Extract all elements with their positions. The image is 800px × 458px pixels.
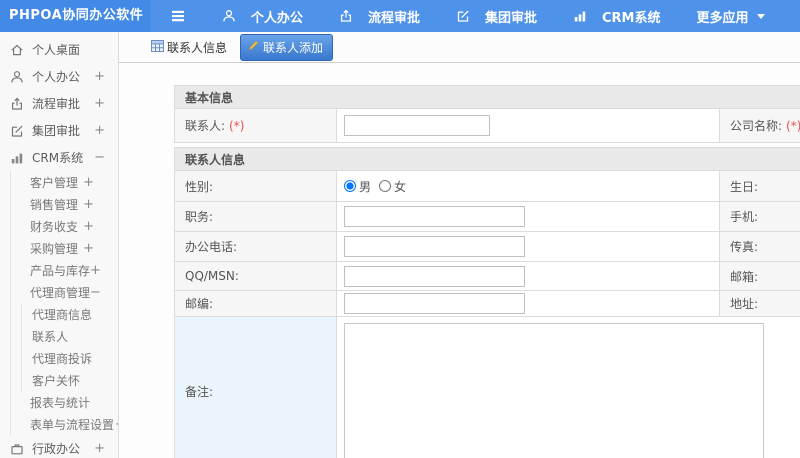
topnav-more-apps[interactable]: 更多应用 [696, 7, 766, 26]
topnav-label: 集团审批 [484, 10, 537, 26]
tab-contact-add[interactable]: 联系人添加 [240, 33, 334, 61]
sidebar-item-finance[interactable]: 财务收支 + [11, 215, 118, 237]
edit-icon [456, 9, 470, 23]
bar-chart-icon [573, 9, 587, 23]
gender-male-label: 男 [359, 179, 372, 194]
pencil-icon [248, 40, 259, 54]
topnav-group-approval[interactable]: 集团审批 [456, 7, 537, 26]
sidebar-item-customer-care[interactable]: 客户关怀 [22, 369, 118, 391]
gender-label: 性别: [174, 170, 337, 202]
mobile-label: 手机: [719, 201, 800, 232]
tab-label: 联系人添加 [263, 40, 324, 55]
top-navigation: 个人办公 流程审批 集团审批 CRM系统 更多应用 [186, 7, 766, 26]
contact-add-form: 基本信息 联系人: (*) 公司名称: (*) 联系人信息 性别: 男 女 生日… [174, 85, 800, 458]
section-title-contact-info: 联系人信息 [174, 147, 800, 171]
table-icon [151, 39, 164, 55]
remark-textarea[interactable] [344, 323, 764, 458]
user-icon [222, 9, 236, 23]
sidebar-item-agent-management[interactable]: 代理商管理 − [11, 281, 118, 303]
topnav-label: 更多应用 [696, 10, 749, 26]
topnav-label: 个人办公 [250, 10, 303, 26]
topnav-crm-system[interactable]: CRM系统 [573, 7, 661, 26]
edit-icon [10, 124, 24, 138]
sidebar-item-agent-complaints[interactable]: 代理商投诉 [22, 347, 118, 369]
topnav-label: CRM系统 [601, 10, 661, 26]
upload-icon [10, 97, 24, 111]
user-icon [10, 70, 24, 84]
sidebar-item-personal-desktop[interactable]: 个人桌面 [0, 36, 118, 63]
fax-label: 传真: [719, 231, 800, 262]
sidebar-item-group-approval[interactable]: 集团审批 + [0, 117, 118, 144]
sidebar-item-contacts[interactable]: 联系人 [22, 325, 118, 347]
topnav-label: 流程审批 [367, 10, 420, 26]
agent-submenu: 代理商信息 联系人 代理商投诉 客户关怀 [21, 303, 118, 391]
sidebar-item-form-workflow-settings[interactable]: 表单与流程设置 + [11, 413, 118, 435]
bar-chart-icon [10, 151, 24, 165]
sidebar-item-products-inventory[interactable]: 产品与库存 + [11, 259, 118, 281]
basic-info-section: 基本信息 联系人: (*) 公司名称: (*) [174, 85, 800, 143]
sidebar-item-sales-management[interactable]: 销售管理 + [11, 193, 118, 215]
job-title-input[interactable] [344, 206, 525, 227]
sidebar-item-customer-management[interactable]: 客户管理 + [11, 171, 118, 193]
tab-contact-info[interactable]: 联系人信息 [151, 39, 227, 56]
contact-name-label: 联系人: (*) [174, 108, 337, 143]
office-phone-input[interactable] [344, 236, 525, 257]
gender-female-radio[interactable] [379, 180, 392, 192]
tab-label: 联系人信息 [167, 40, 228, 55]
qq-msn-label: QQ/MSN: [174, 261, 337, 291]
upload-icon [339, 9, 353, 23]
sidebar-item-reports-statistics[interactable]: 报表与统计 [11, 391, 118, 413]
crm-submenu: 客户管理 + 销售管理 + 财务收支 + 采购管理 + 产品与库存 + 代理商管… [10, 171, 118, 435]
email-label: 邮箱: [719, 261, 800, 291]
gender-male-radio[interactable] [344, 180, 356, 192]
office-phone-label: 办公电话: [174, 231, 337, 262]
briefcase-icon [10, 442, 24, 456]
app-logo: PHPOA协同办公软件 [0, 0, 150, 32]
company-name-label: 公司名称: (*) [719, 108, 800, 143]
contact-name-input[interactable] [344, 115, 490, 136]
top-bar: PHPOA协同办公软件 ≡ 个人办公 流程审批 集团审批 CRM系统 更多应用 [0, 0, 800, 32]
sidebar: 个人桌面 个人办公 + 流程审批 + 集团审批 + CRM系统 − 客户管理 +… [0, 32, 119, 458]
gender-female-label: 女 [394, 179, 407, 194]
remark-label: 备注: [174, 316, 337, 458]
job-title-label: 职务: [174, 201, 337, 232]
zip-code-input[interactable] [344, 293, 525, 314]
contact-info-section: 联系人信息 性别: 男 女 生日: 职务: 手机: 办公电话: 传真: QQ/M… [174, 147, 800, 458]
address-label: 地址: [719, 290, 800, 317]
home-icon [10, 43, 24, 57]
sidebar-item-workflow-approval[interactable]: 流程审批 + [0, 90, 118, 117]
gender-radio-group: 男 女 [344, 178, 719, 195]
section-title-basic-info: 基本信息 [174, 85, 800, 109]
zip-code-label: 邮编: [174, 290, 337, 317]
birthday-label: 生日: [719, 170, 800, 202]
topnav-workflow-approval[interactable]: 流程审批 [339, 7, 420, 26]
required-mark: (*) [786, 119, 800, 133]
topnav-personal-office[interactable]: 个人办公 [222, 7, 303, 26]
sidebar-item-administration[interactable]: 行政办公 + [0, 435, 118, 458]
hamburger-menu-icon[interactable]: ≡ [170, 0, 186, 32]
tab-strip: 联系人信息 联系人添加 [119, 32, 800, 63]
content-area: 联系人信息 联系人添加 基本信息 联系人: (*) 公司名称: (*) 联系人信… [119, 32, 800, 458]
sidebar-item-crm-system[interactable]: CRM系统 − [0, 144, 118, 171]
caret-down-icon [757, 13, 766, 19]
required-mark: (*) [229, 119, 245, 133]
sidebar-item-personal-office[interactable]: 个人办公 + [0, 63, 118, 90]
qq-msn-input[interactable] [344, 265, 525, 287]
sidebar-item-purchasing[interactable]: 采购管理 + [11, 237, 118, 259]
sidebar-item-agent-info[interactable]: 代理商信息 [22, 303, 118, 325]
